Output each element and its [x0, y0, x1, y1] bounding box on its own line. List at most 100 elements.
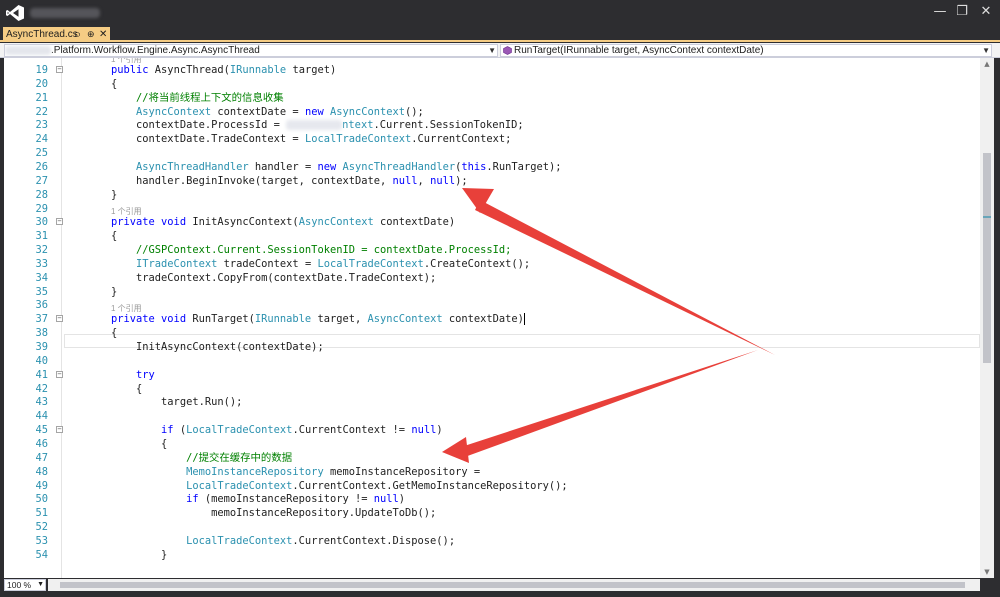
code-token: }	[111, 188, 118, 201]
code-line[interactable]: 24 contextDate.TradeContext = LocalTrade…	[4, 132, 980, 146]
code-token: try	[111, 368, 155, 381]
zoom-dropdown[interactable]: 100 % ▼	[4, 579, 46, 591]
collapse-outline-icon[interactable]: −	[56, 66, 63, 73]
code-token: )	[398, 493, 406, 506]
code-line[interactable]: 48 MemoInstanceRepository memoInstanceRe…	[4, 465, 980, 479]
code-line[interactable]: 29	[4, 202, 980, 216]
code-token: MemoInstanceRepository	[111, 465, 324, 478]
collapse-outline-icon[interactable]: −	[56, 218, 63, 226]
code-token: AsyncThreadHandler	[111, 160, 249, 173]
code-line[interactable]: 35}	[4, 285, 980, 299]
code-line[interactable]: 19 − public AsyncThread(IRunnable target)	[4, 63, 980, 77]
codelens-reference-count[interactable]: 1 个引用	[111, 58, 142, 65]
line-number: 44	[35, 410, 48, 423]
code-line[interactable]: 36	[4, 298, 980, 312]
code-line[interactable]: 50 if (memoInstanceRepository != null)	[4, 492, 980, 506]
member-selector-dropdown[interactable]: RunTarget(IRunnable target, AsyncContext…	[500, 44, 992, 57]
code-line[interactable]: 22 AsyncContext contextDate = new AsyncC…	[4, 105, 980, 119]
code-line[interactable]: 28}	[4, 188, 980, 202]
code-text: public AsyncThread(IRunnable target)	[111, 63, 336, 77]
line-number: 53	[35, 534, 48, 547]
code-editor[interactable]: 19− public AsyncThread(IRunnable target) 2…	[4, 58, 980, 578]
code-token: LocalTradeContext	[111, 479, 293, 492]
code-token: if	[111, 493, 205, 506]
close-tab-button[interactable]: ✕	[99, 27, 107, 42]
code-line[interactable]: 52	[4, 520, 980, 534]
member-selector-value: RunTarget(IRunnable target, AsyncContext…	[514, 45, 764, 56]
code-text: handler.BeginInvoke(target, contextDate,…	[111, 174, 468, 188]
keep-open-icon[interactable]: ⊕	[87, 27, 95, 42]
code-text: contextDate.TradeContext = LocalTradeCon…	[111, 132, 511, 146]
code-line[interactable]: 30− private void InitAsyncContext(AsyncCo…	[4, 215, 980, 229]
line-number: 30	[35, 216, 48, 229]
code-token: IRunnable	[254, 313, 312, 326]
code-line[interactable]: 47 //提交在缓存中的数据	[4, 451, 980, 465]
vertical-scroll-thumb[interactable]	[983, 153, 991, 363]
code-line[interactable]: 23 contextDate.ProcessId = ntext.Current…	[4, 118, 980, 132]
collapse-outline-icon[interactable]: −	[56, 426, 63, 434]
scroll-down-arrow-icon[interactable]: ▼	[980, 566, 994, 578]
code-token: //提交在缓存中的数据	[111, 451, 293, 464]
code-token: .CurrentContext;	[411, 133, 512, 146]
chevron-down-icon[interactable]: ▼	[982, 45, 990, 56]
window-title	[30, 8, 100, 18]
line-number: 49	[35, 479, 48, 492]
code-token: new	[317, 160, 343, 173]
code-token: {	[111, 77, 118, 90]
scroll-up-arrow-icon[interactable]: ▲	[980, 58, 994, 70]
code-text: tradeContext.CopyFrom(contextDate.TradeC…	[111, 271, 436, 285]
tab-label: AsyncThread.cs	[6, 29, 78, 40]
code-line[interactable]: 45− if (LocalTradeContext.CurrentContext…	[4, 423, 980, 437]
chevron-down-icon[interactable]: ▼	[488, 45, 496, 56]
method-icon	[503, 46, 512, 55]
line-number: 19	[35, 64, 48, 76]
code-line[interactable]: 49 LocalTradeContext.CurrentContext.GetM…	[4, 479, 980, 493]
code-line[interactable]: 44	[4, 409, 980, 423]
code-line[interactable]: 41− try	[4, 368, 980, 382]
code-token: ();	[405, 105, 424, 118]
code-text: {	[111, 77, 117, 91]
code-token: AsyncThreadHandler	[342, 160, 456, 173]
type-selector-dropdown[interactable]: .Platform.Workflow.Engine.Async.AsyncThr…	[4, 44, 498, 57]
line-number: 36	[35, 299, 48, 312]
line-number: 29	[35, 202, 48, 215]
code-line[interactable]: 42 {	[4, 382, 980, 396]
code-line[interactable]: 26 AsyncThreadHandler handler = new Asyn…	[4, 160, 980, 174]
tab-asyncthread-cs[interactable]: AsyncThread.cs ⫐ ⊕ ✕	[3, 27, 110, 42]
line-number: 42	[35, 382, 48, 395]
code-line[interactable]: 37− private void RunTarget(IRunnable targ…	[4, 312, 980, 326]
pin-icon[interactable]: ⫐	[75, 27, 80, 42]
code-line[interactable]: 53 LocalTradeContext.CurrentContext.Disp…	[4, 534, 980, 548]
vertical-scrollbar[interactable]: ▲ ▼	[980, 58, 994, 578]
horizontal-scrollbar[interactable]	[48, 579, 980, 591]
code-line[interactable]: 25	[4, 146, 980, 160]
collapse-outline-icon[interactable]: −	[56, 370, 63, 378]
horizontal-scroll-thumb[interactable]	[60, 582, 965, 588]
code-token: private void	[111, 216, 193, 229]
code-line[interactable]: 38 {	[4, 326, 980, 340]
code-line[interactable]: 32 //GSPContext.Current.SessionTokenID =…	[4, 243, 980, 257]
code-line[interactable]: 54 }	[4, 548, 980, 562]
code-line[interactable]: 46 {	[4, 437, 980, 451]
code-token: LocalTradeContext	[304, 133, 412, 146]
code-line[interactable]: 40	[4, 354, 980, 368]
collapse-outline-icon[interactable]: −	[56, 315, 63, 323]
code-text: if (LocalTradeContext.CurrentContext != …	[111, 423, 443, 437]
restore-button[interactable]: ❐	[950, 2, 974, 22]
code-line[interactable]: 33 ITradeContext tradeContext = LocalTra…	[4, 257, 980, 271]
code-line[interactable]: 43 target.Run();	[4, 395, 980, 409]
code-line[interactable]: 34 tradeContext.CopyFrom(contextDate.Tra…	[4, 271, 980, 285]
line-number: 28	[35, 188, 48, 201]
code-token: {	[111, 437, 168, 450]
navigation-bar: .Platform.Workflow.Engine.Async.AsyncThr…	[0, 43, 1000, 58]
chevron-down-icon[interactable]: ▼	[37, 580, 44, 590]
line-number: 21	[35, 91, 48, 104]
minimize-button[interactable]: —	[928, 2, 952, 22]
code-line[interactable]: 51 memoInstanceRepository.UpdateToDb();	[4, 506, 980, 520]
code-line[interactable]: 31 {	[4, 229, 980, 243]
code-line[interactable]: 21 //将当前线程上下文的信息收集	[4, 91, 980, 105]
code-line[interactable]: 27 handler.BeginInvoke(target, contextDa…	[4, 174, 980, 188]
code-line[interactable]: 20 {	[4, 77, 980, 91]
close-window-button[interactable]: ✕	[974, 2, 998, 22]
code-line[interactable]: 39 InitAsyncContext(contextDate);	[4, 340, 980, 354]
